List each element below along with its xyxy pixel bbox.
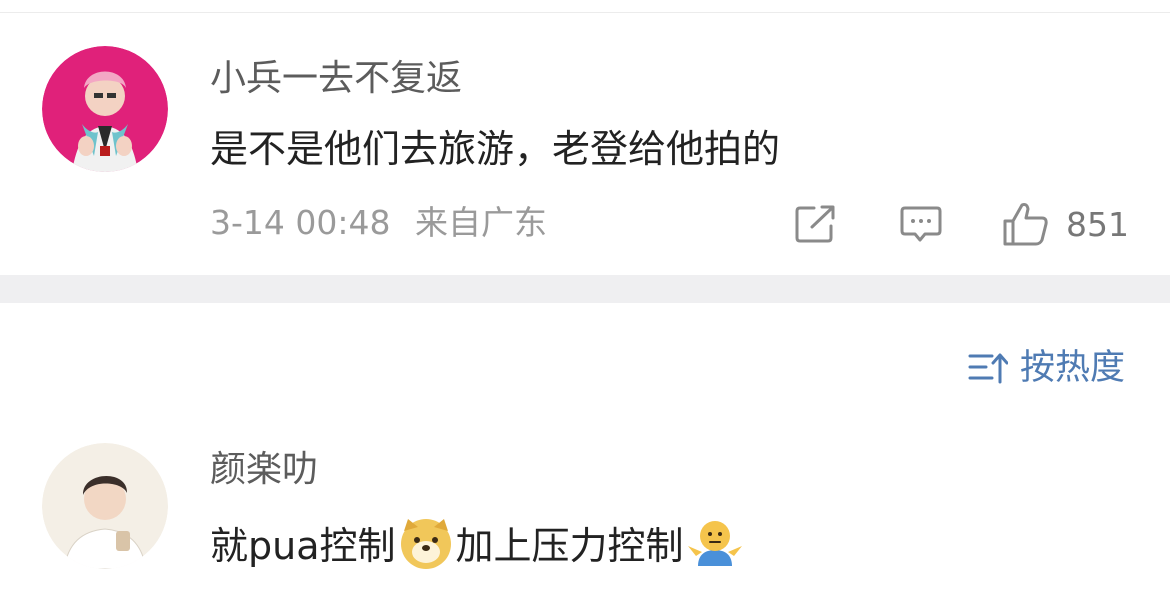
- share-icon: [795, 205, 835, 243]
- comment-location: 来自广东: [415, 203, 547, 242]
- comment-text-part2: 加上压力控制: [455, 524, 684, 568]
- comment-meta: 3-14 00:48 来自广东: [210, 206, 547, 239]
- section-divider: [0, 275, 1170, 303]
- avatar[interactable]: [42, 46, 168, 172]
- comment-icon: [900, 206, 942, 242]
- comment-username[interactable]: 颜楽叻: [210, 452, 318, 488]
- sort-button[interactable]: 按热度: [968, 350, 1125, 386]
- sort-label: 按热度: [1019, 347, 1125, 388]
- reply-button[interactable]: [899, 204, 943, 244]
- comment-content: 就pua控制 加上压力控制: [210, 516, 746, 576]
- comment-time: 3-14 00:48: [210, 203, 391, 242]
- like-button[interactable]: 851: [1002, 201, 1129, 247]
- comment-text-part1: 就pua控制: [210, 524, 396, 568]
- sort-icon: [968, 353, 1008, 384]
- thumbs-up-icon: [1003, 203, 1048, 246]
- comment-username[interactable]: 小兵一去不复返: [210, 61, 462, 97]
- doge-emoji-icon: [398, 517, 454, 575]
- share-button[interactable]: [794, 204, 838, 244]
- shrug-emoji-icon: [686, 516, 744, 576]
- comment-card: 小兵一去不复返 是不是他们去旅游，老登给他拍的 3-14 00:48 来自广东 …: [0, 13, 1170, 275]
- top-divider: [0, 0, 1170, 13]
- comment-content: 是不是他们去旅游，老登给他拍的: [210, 127, 781, 171]
- like-count: 851: [1066, 204, 1129, 244]
- avatar[interactable]: [42, 443, 168, 569]
